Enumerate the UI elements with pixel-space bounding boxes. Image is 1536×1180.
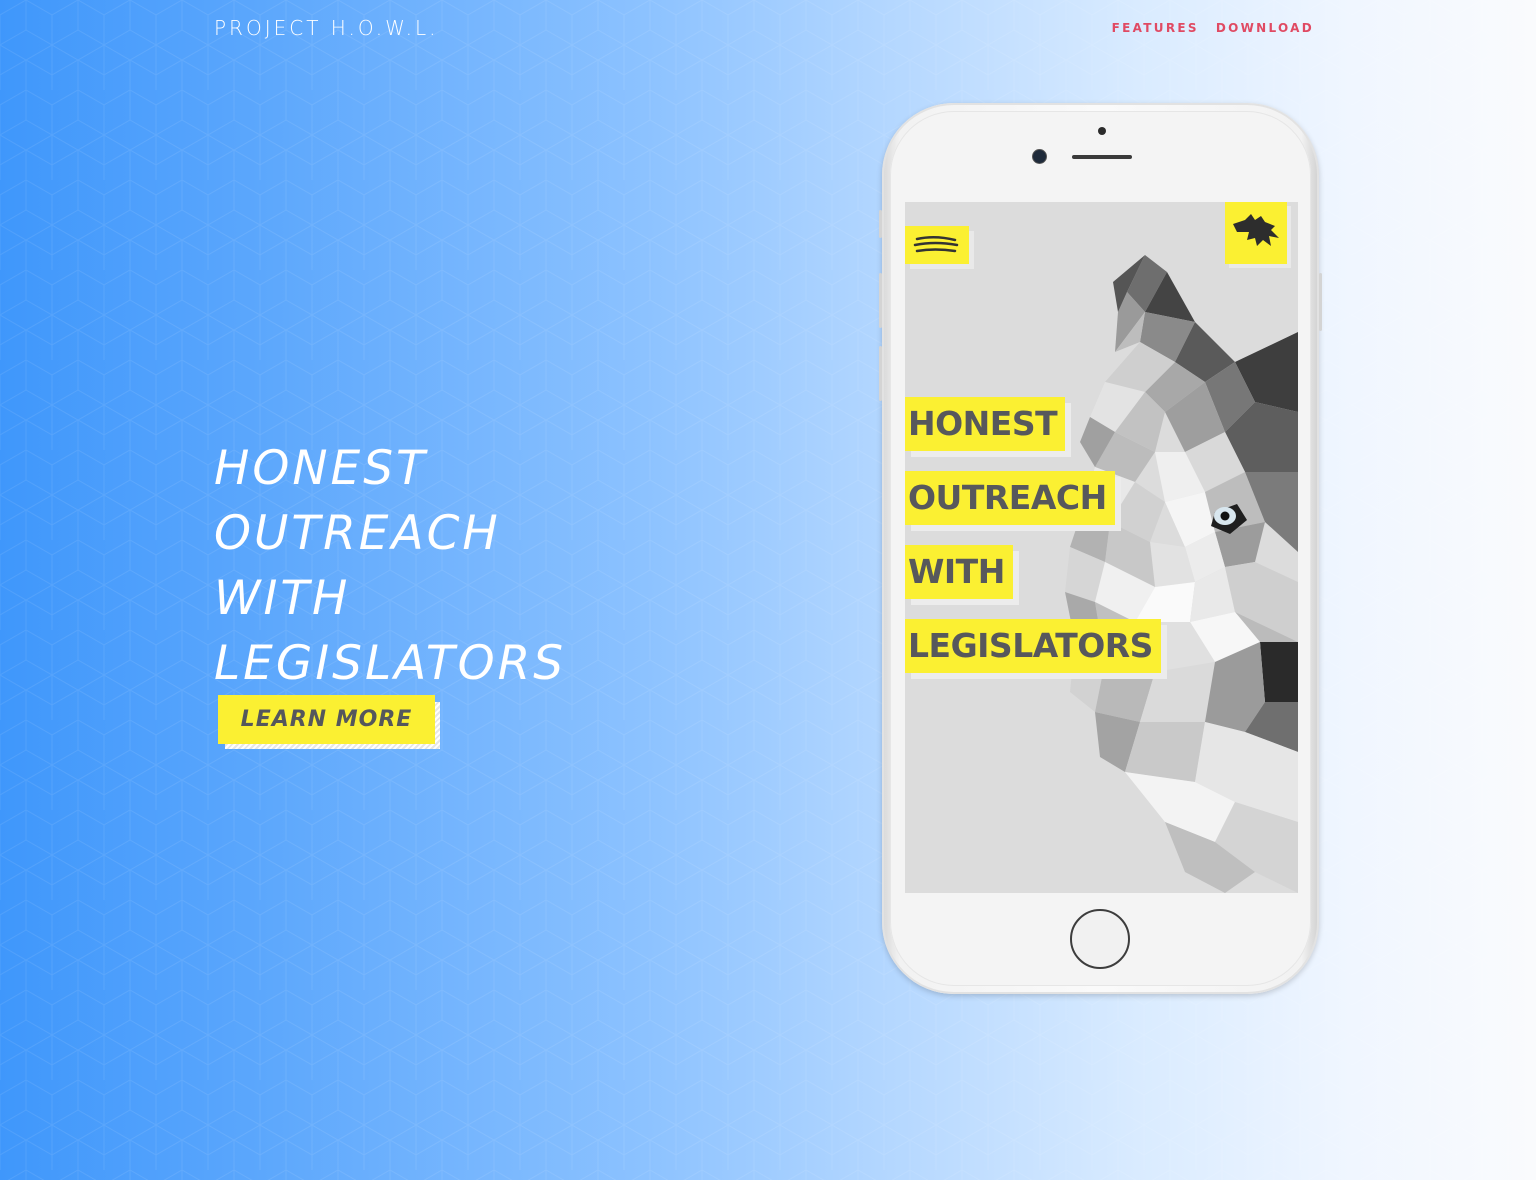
learn-more-button[interactable]: LEARN MORE xyxy=(218,695,435,744)
wolf-head-icon xyxy=(1233,214,1279,246)
phone-sensor xyxy=(1098,127,1106,135)
phone-mockup: HONEST OUTREACH WITH LEGISLATORS xyxy=(879,103,1322,994)
phone-volume-down xyxy=(879,346,882,401)
nav-features-link[interactable]: FEATURES xyxy=(1112,21,1199,35)
screen-tag-honest: HONEST xyxy=(905,397,1066,451)
nav-download-link[interactable]: DOWNLOAD xyxy=(1216,21,1314,35)
hero-headline: HONEST OUTREACH WITH LEGISLATORS xyxy=(214,436,566,696)
claw-menu-icon xyxy=(913,236,959,253)
phone-camera xyxy=(1033,150,1046,163)
learn-more-wrapper: LEARN MORE xyxy=(218,695,440,749)
phone-screen: HONEST OUTREACH WITH LEGISLATORS xyxy=(905,202,1298,893)
top-nav: FEATURES DOWNLOAD xyxy=(1112,21,1314,35)
hero-line-3: WITH xyxy=(214,571,351,626)
phone-mute-switch xyxy=(879,210,882,238)
hero-line-4: LEGISLATORS xyxy=(214,636,567,691)
screen-menu-button[interactable] xyxy=(905,226,969,264)
screen-tag-legislators: LEGISLATORS xyxy=(905,619,1161,673)
screen-tag-with: WITH xyxy=(905,545,1013,599)
screen-tag-outreach: OUTREACH xyxy=(905,471,1115,525)
phone-speaker xyxy=(1072,155,1132,159)
phone-volume-up xyxy=(879,273,882,328)
hero-line-2: OUTREACH xyxy=(214,506,501,561)
phone-power-button xyxy=(1319,273,1322,331)
phone-home-button[interactable] xyxy=(1070,909,1130,969)
screen-logo-badge[interactable] xyxy=(1225,202,1287,264)
brand-title[interactable]: PROJECT H.O.W.L. xyxy=(214,16,438,40)
hero-line-1: HONEST xyxy=(214,441,428,496)
